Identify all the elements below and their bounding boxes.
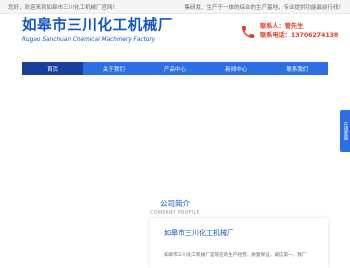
main-nav: 首页 关于我们 产品中心 新闻中心 联系我们: [22, 62, 328, 75]
online-service-label: 在线客服: [343, 122, 348, 140]
top-bar: 您好，欢迎来到如皋市三川化工机械厂官网！ 集研发、生产于一体的综合的生产基地，专…: [0, 0, 350, 14]
slogan-text: 集研发、生产于一体的综合的生产基地，专业提供功能最前行线！: [184, 4, 344, 11]
nav-item-news[interactable]: 新闻中心: [206, 62, 267, 75]
welcome-text: 您好，欢迎来到如皋市三川化工机械厂官网！: [8, 4, 119, 11]
nav-item-products[interactable]: 产品中心: [144, 62, 205, 75]
about-card: 如皋市三川化工机械厂 如皋市三川化工机械厂是现在的生产经营，质量保证，诚信第一，…: [150, 218, 328, 268]
contact-phone: 联系电话：13706274138: [260, 32, 339, 39]
banner-area: [0, 75, 350, 190]
about-card-title[interactable]: 如皋市三川化工机械厂: [164, 228, 314, 238]
site-header: 如皋市三川化工机械厂 Rugao Sanchuan Chemical Machi…: [0, 14, 350, 48]
contact-person: 联系人：管先生: [260, 23, 304, 30]
company-logo[interactable]: 如皋市三川化工机械厂 Rugao Sanchuan Chemical Machi…: [22, 18, 173, 44]
nav-item-about[interactable]: 关于我们: [83, 62, 144, 75]
about-title-en: COMPANY PROFILE: [150, 211, 200, 216]
company-name-en: Rugao Sanchuan Chemical Machinery Factor…: [22, 37, 156, 43]
about-card-desc: 如皋市三川化工机械厂是现在的生产经营，质量保证，诚信第一，我厂: [164, 253, 307, 258]
contact-info: 联系人：管先生 联系电话：13706274138: [240, 22, 338, 40]
online-service-button[interactable]: 在线客服: [340, 110, 350, 152]
nav-item-home[interactable]: 首页: [22, 62, 84, 75]
about-title-cn: 公司简介: [160, 199, 190, 208]
nav-item-contact[interactable]: 联系我们: [267, 62, 328, 75]
about-section-title: 公司简介 COMPANY PROFILE: [0, 198, 350, 216]
phone-icon: [242, 26, 254, 38]
company-name-cn: 如皋市三川化工机械厂: [22, 18, 173, 34]
